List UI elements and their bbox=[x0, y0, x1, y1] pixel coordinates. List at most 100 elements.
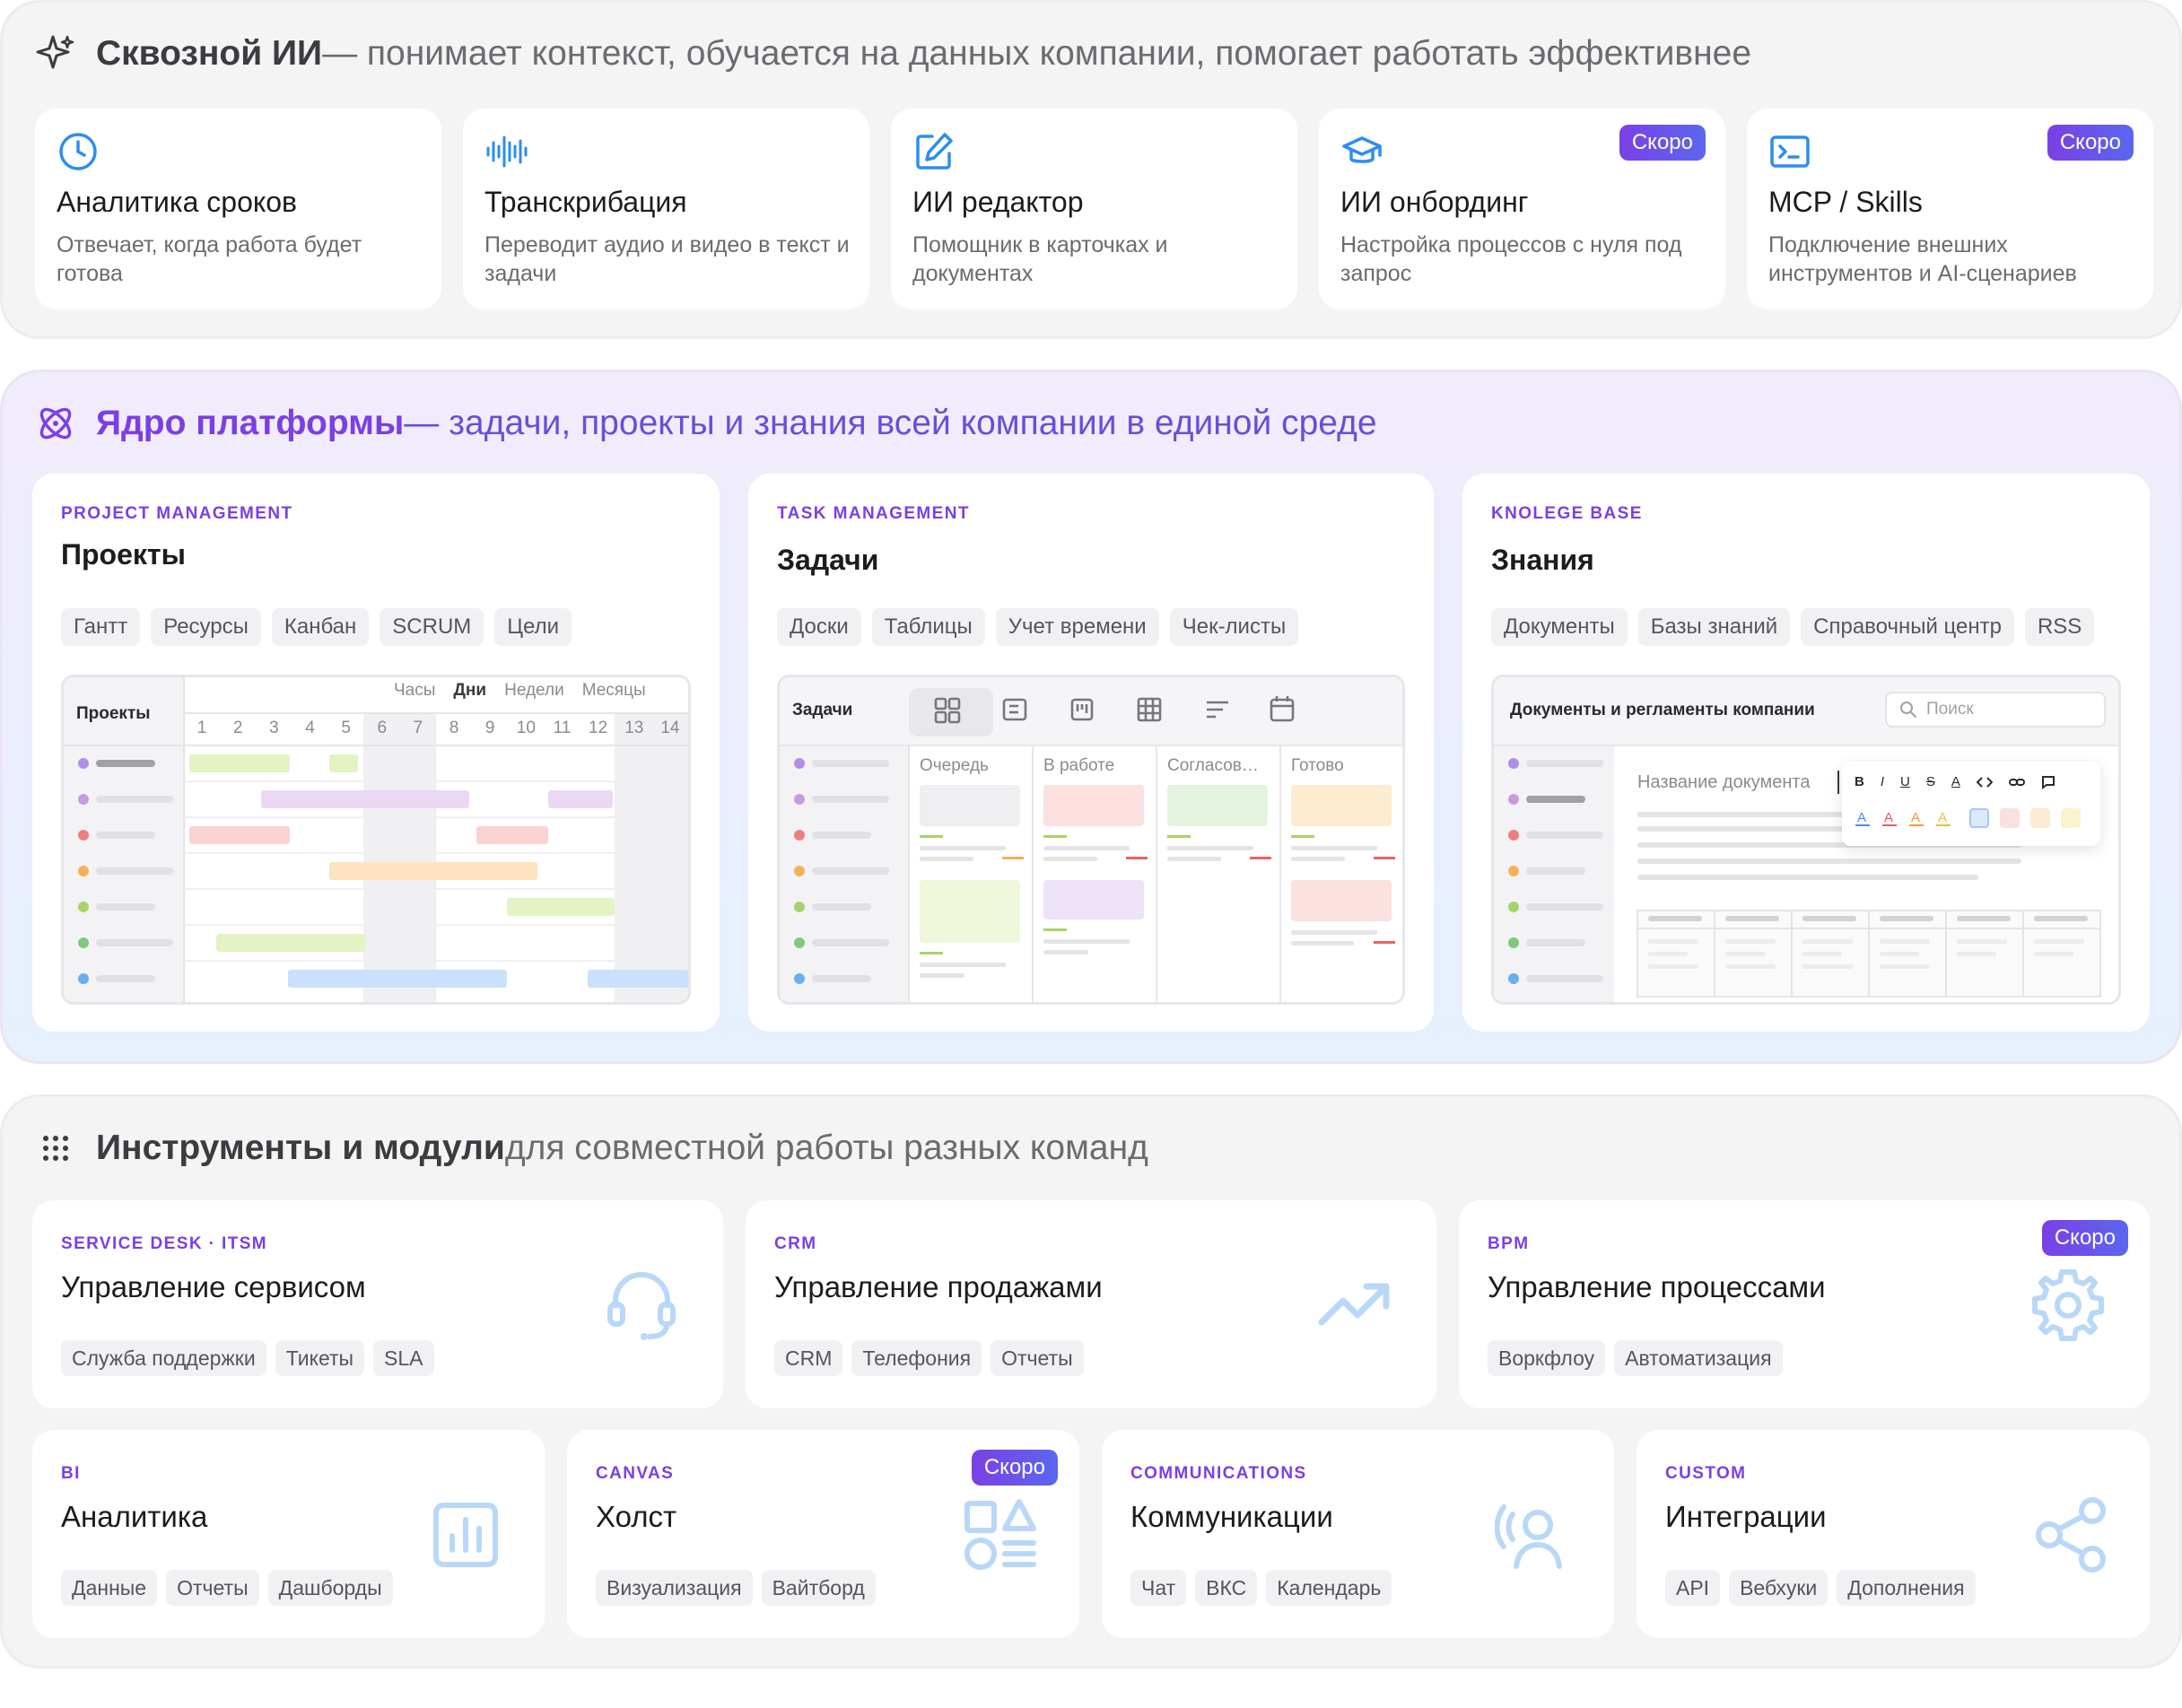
text-color-orange-icon[interactable]: A bbox=[1908, 809, 1925, 827]
comment-icon[interactable] bbox=[2041, 775, 2055, 789]
italic-button[interactable]: I bbox=[1881, 774, 1884, 789]
tool-category: BI bbox=[61, 1464, 81, 1483]
strike-button[interactable]: S bbox=[1926, 774, 1935, 789]
knowledge-card[interactable]: KNOLEGE BASE Знания Документы Базы знани… bbox=[1462, 474, 2150, 1032]
chip[interactable]: Отчеты bbox=[991, 1340, 1084, 1376]
tool-chips: Чат ВКС Календарь bbox=[1130, 1570, 1392, 1606]
projects-chips: Гантт Ресурсы Канбан SCRUM Цели bbox=[61, 608, 572, 646]
chip[interactable]: Вебхуки bbox=[1729, 1570, 1829, 1606]
share-icon bbox=[2036, 1497, 2106, 1573]
highlight-orange-swatch[interactable] bbox=[2030, 808, 2050, 828]
chip[interactable]: Календарь bbox=[1266, 1570, 1392, 1606]
text-color-yellow-icon[interactable]: A bbox=[1935, 809, 1951, 827]
tool-card-bpm[interactable]: BPM Управление процессами Скоро Воркфлоу… bbox=[1459, 1200, 2150, 1408]
chip-kanban[interactable]: Канбан bbox=[271, 608, 370, 646]
chip[interactable]: ВКС bbox=[1195, 1570, 1258, 1606]
ai-card-mcp-skills[interactable]: Скоро MCP / Skills Подключение внешних и… bbox=[1747, 109, 2153, 309]
ai-card-desc: Отвечает, когда работа будет готова bbox=[57, 232, 362, 286]
chip-help-center[interactable]: Справочный центр bbox=[1801, 608, 2014, 646]
chip-rss[interactable]: RSS bbox=[2024, 608, 2095, 646]
chip-goals[interactable]: Цели bbox=[494, 608, 572, 646]
soon-badge: Скоро bbox=[2047, 125, 2134, 161]
chip-boards[interactable]: Доски bbox=[777, 608, 861, 646]
broadcast-user-icon bbox=[1495, 1504, 1562, 1569]
text-color-button[interactable]: A bbox=[1951, 774, 1960, 789]
day-label: 14 bbox=[660, 719, 680, 737]
tool-card-bi[interactable]: BI Аналитика Данные Отчеты Дашборды bbox=[32, 1430, 545, 1638]
ai-card-title: ИИ редактор bbox=[912, 186, 1084, 218]
svg-text:A: A bbox=[1857, 810, 1866, 825]
highlight-red-swatch[interactable] bbox=[2000, 808, 2020, 828]
column-done: Готово bbox=[1291, 756, 1344, 775]
chip[interactable]: Дашборды bbox=[267, 1570, 393, 1606]
day-label: 3 bbox=[269, 719, 279, 737]
knowledge-title: Знания bbox=[1491, 544, 1594, 576]
chip[interactable]: Воркфлоу bbox=[1488, 1340, 1606, 1376]
chip[interactable]: Тикеты bbox=[275, 1340, 365, 1376]
tool-chips: Данные Отчеты Дашборды bbox=[61, 1570, 393, 1606]
chip[interactable]: SLA bbox=[373, 1340, 434, 1376]
docs-search-input[interactable]: Поиск bbox=[1885, 692, 2106, 728]
chip[interactable]: Служба поддержки bbox=[61, 1340, 266, 1376]
highlight-yellow-swatch[interactable] bbox=[2061, 808, 2081, 828]
ai-card-deadline-analytics[interactable]: Аналитика сроков Отвечает, когда работа … bbox=[35, 109, 441, 309]
projects-category: PROJECT MANAGEMENT bbox=[61, 504, 293, 523]
tool-card-service-desk[interactable]: SERVICE DESK · ITSM Управление сервисом … bbox=[32, 1200, 723, 1408]
chip-time-tracking[interactable]: Учет времени bbox=[995, 608, 1159, 646]
gantt-days-row: 1 2 3 4 5 6 7 8 9 10 11 12 13 14 bbox=[184, 719, 688, 738]
chip[interactable]: Дополнения bbox=[1837, 1570, 1976, 1606]
ai-card-ai-editor[interactable]: ИИ редактор Помощник в карточках и докум… bbox=[891, 109, 1297, 309]
tool-card-crm[interactable]: CRM Управление продажами CRM Телефония О… bbox=[746, 1200, 1436, 1408]
tool-chips: Визуализация Вайтборд bbox=[596, 1570, 876, 1606]
tool-card-communications[interactable]: COMMUNICATIONS Коммуникации Чат ВКС Кале… bbox=[1102, 1430, 1614, 1638]
tools-title-rest: для совместной работы разных команд bbox=[504, 1128, 1148, 1167]
text-color-red-icon[interactable]: A bbox=[1881, 809, 1898, 827]
ai-card-transcription[interactable]: Транскрибация Переводит аудио и видео в … bbox=[463, 109, 869, 309]
scale-weeks[interactable]: Недели bbox=[504, 681, 564, 701]
chip-checklists[interactable]: Чек-листы bbox=[1169, 608, 1299, 646]
tool-card-integrations[interactable]: CUSTOM Интеграции API Вебхуки Дополнения bbox=[1636, 1430, 2150, 1638]
tool-chips: Воркфлоу Автоматизация bbox=[1488, 1340, 1783, 1376]
doc-title-placeholder[interactable]: Название документа bbox=[1637, 772, 1810, 793]
highlight-blue-swatch[interactable] bbox=[1969, 808, 1989, 828]
chip[interactable]: Отчеты bbox=[166, 1570, 259, 1606]
chip-scrum[interactable]: SCRUM bbox=[380, 608, 484, 646]
knowledge-category: KNOLEGE BASE bbox=[1491, 504, 1643, 523]
tasks-card[interactable]: TASK MANAGEMENT Задачи Доски Таблицы Уче… bbox=[748, 474, 1434, 1032]
projects-card[interactable]: PROJECT MANAGEMENT Проекты Гантт Ресурсы… bbox=[32, 474, 720, 1032]
tasks-category: TASK MANAGEMENT bbox=[777, 504, 970, 523]
chip-documents[interactable]: Документы bbox=[1491, 608, 1628, 646]
knowledge-chips: Документы Базы знаний Справочный центр R… bbox=[1491, 608, 2095, 646]
text-color-blue-icon[interactable]: A bbox=[1855, 809, 1871, 827]
tool-card-canvas[interactable]: CANVAS Холст Скоро Визуализация Вайтборд bbox=[567, 1430, 1079, 1638]
gear-icon bbox=[2032, 1269, 2104, 1341]
chip-gantt[interactable]: Гантт bbox=[61, 608, 141, 646]
chip[interactable]: Данные bbox=[61, 1570, 158, 1606]
chip[interactable]: Визуализация bbox=[596, 1570, 753, 1606]
code-icon[interactable] bbox=[1976, 776, 1993, 789]
svg-text:A: A bbox=[1911, 810, 1920, 825]
scale-days[interactable]: Дни bbox=[453, 681, 486, 701]
chip-resources[interactable]: Ресурсы bbox=[151, 608, 261, 646]
link-icon[interactable] bbox=[2008, 776, 2025, 789]
bold-button[interactable]: B bbox=[1855, 774, 1864, 789]
scale-hours[interactable]: Часы bbox=[394, 681, 435, 701]
chip[interactable]: Вайтборд bbox=[761, 1570, 876, 1606]
format-toolbar-row: B I U S A bbox=[1855, 774, 2055, 789]
chip[interactable]: API bbox=[1665, 1570, 1721, 1606]
ai-card-title: Аналитика сроков bbox=[57, 186, 298, 218]
ai-card-ai-onboarding[interactable]: Скоро ИИ онбординг Настройка процессов с… bbox=[1319, 109, 1725, 309]
core-section-title: Ядро платформы — задачи, проекты и знани… bbox=[35, 403, 1377, 444]
svg-text:A: A bbox=[1938, 810, 1947, 825]
chip[interactable]: Чат bbox=[1130, 1570, 1187, 1606]
chip[interactable]: Автоматизация bbox=[1614, 1340, 1783, 1376]
scale-months[interactable]: Месяцы bbox=[582, 681, 646, 701]
underline-button[interactable]: U bbox=[1900, 774, 1910, 789]
chip-tables[interactable]: Таблицы bbox=[871, 608, 985, 646]
chip-knowledge-bases[interactable]: Базы знаний bbox=[1637, 608, 1791, 646]
svg-text:A: A bbox=[1884, 810, 1893, 825]
chip[interactable]: CRM bbox=[774, 1340, 843, 1376]
tool-chips: API Вебхуки Дополнения bbox=[1665, 1570, 1976, 1606]
chip[interactable]: Телефония bbox=[851, 1340, 982, 1376]
tasks-title: Задачи bbox=[777, 544, 879, 576]
